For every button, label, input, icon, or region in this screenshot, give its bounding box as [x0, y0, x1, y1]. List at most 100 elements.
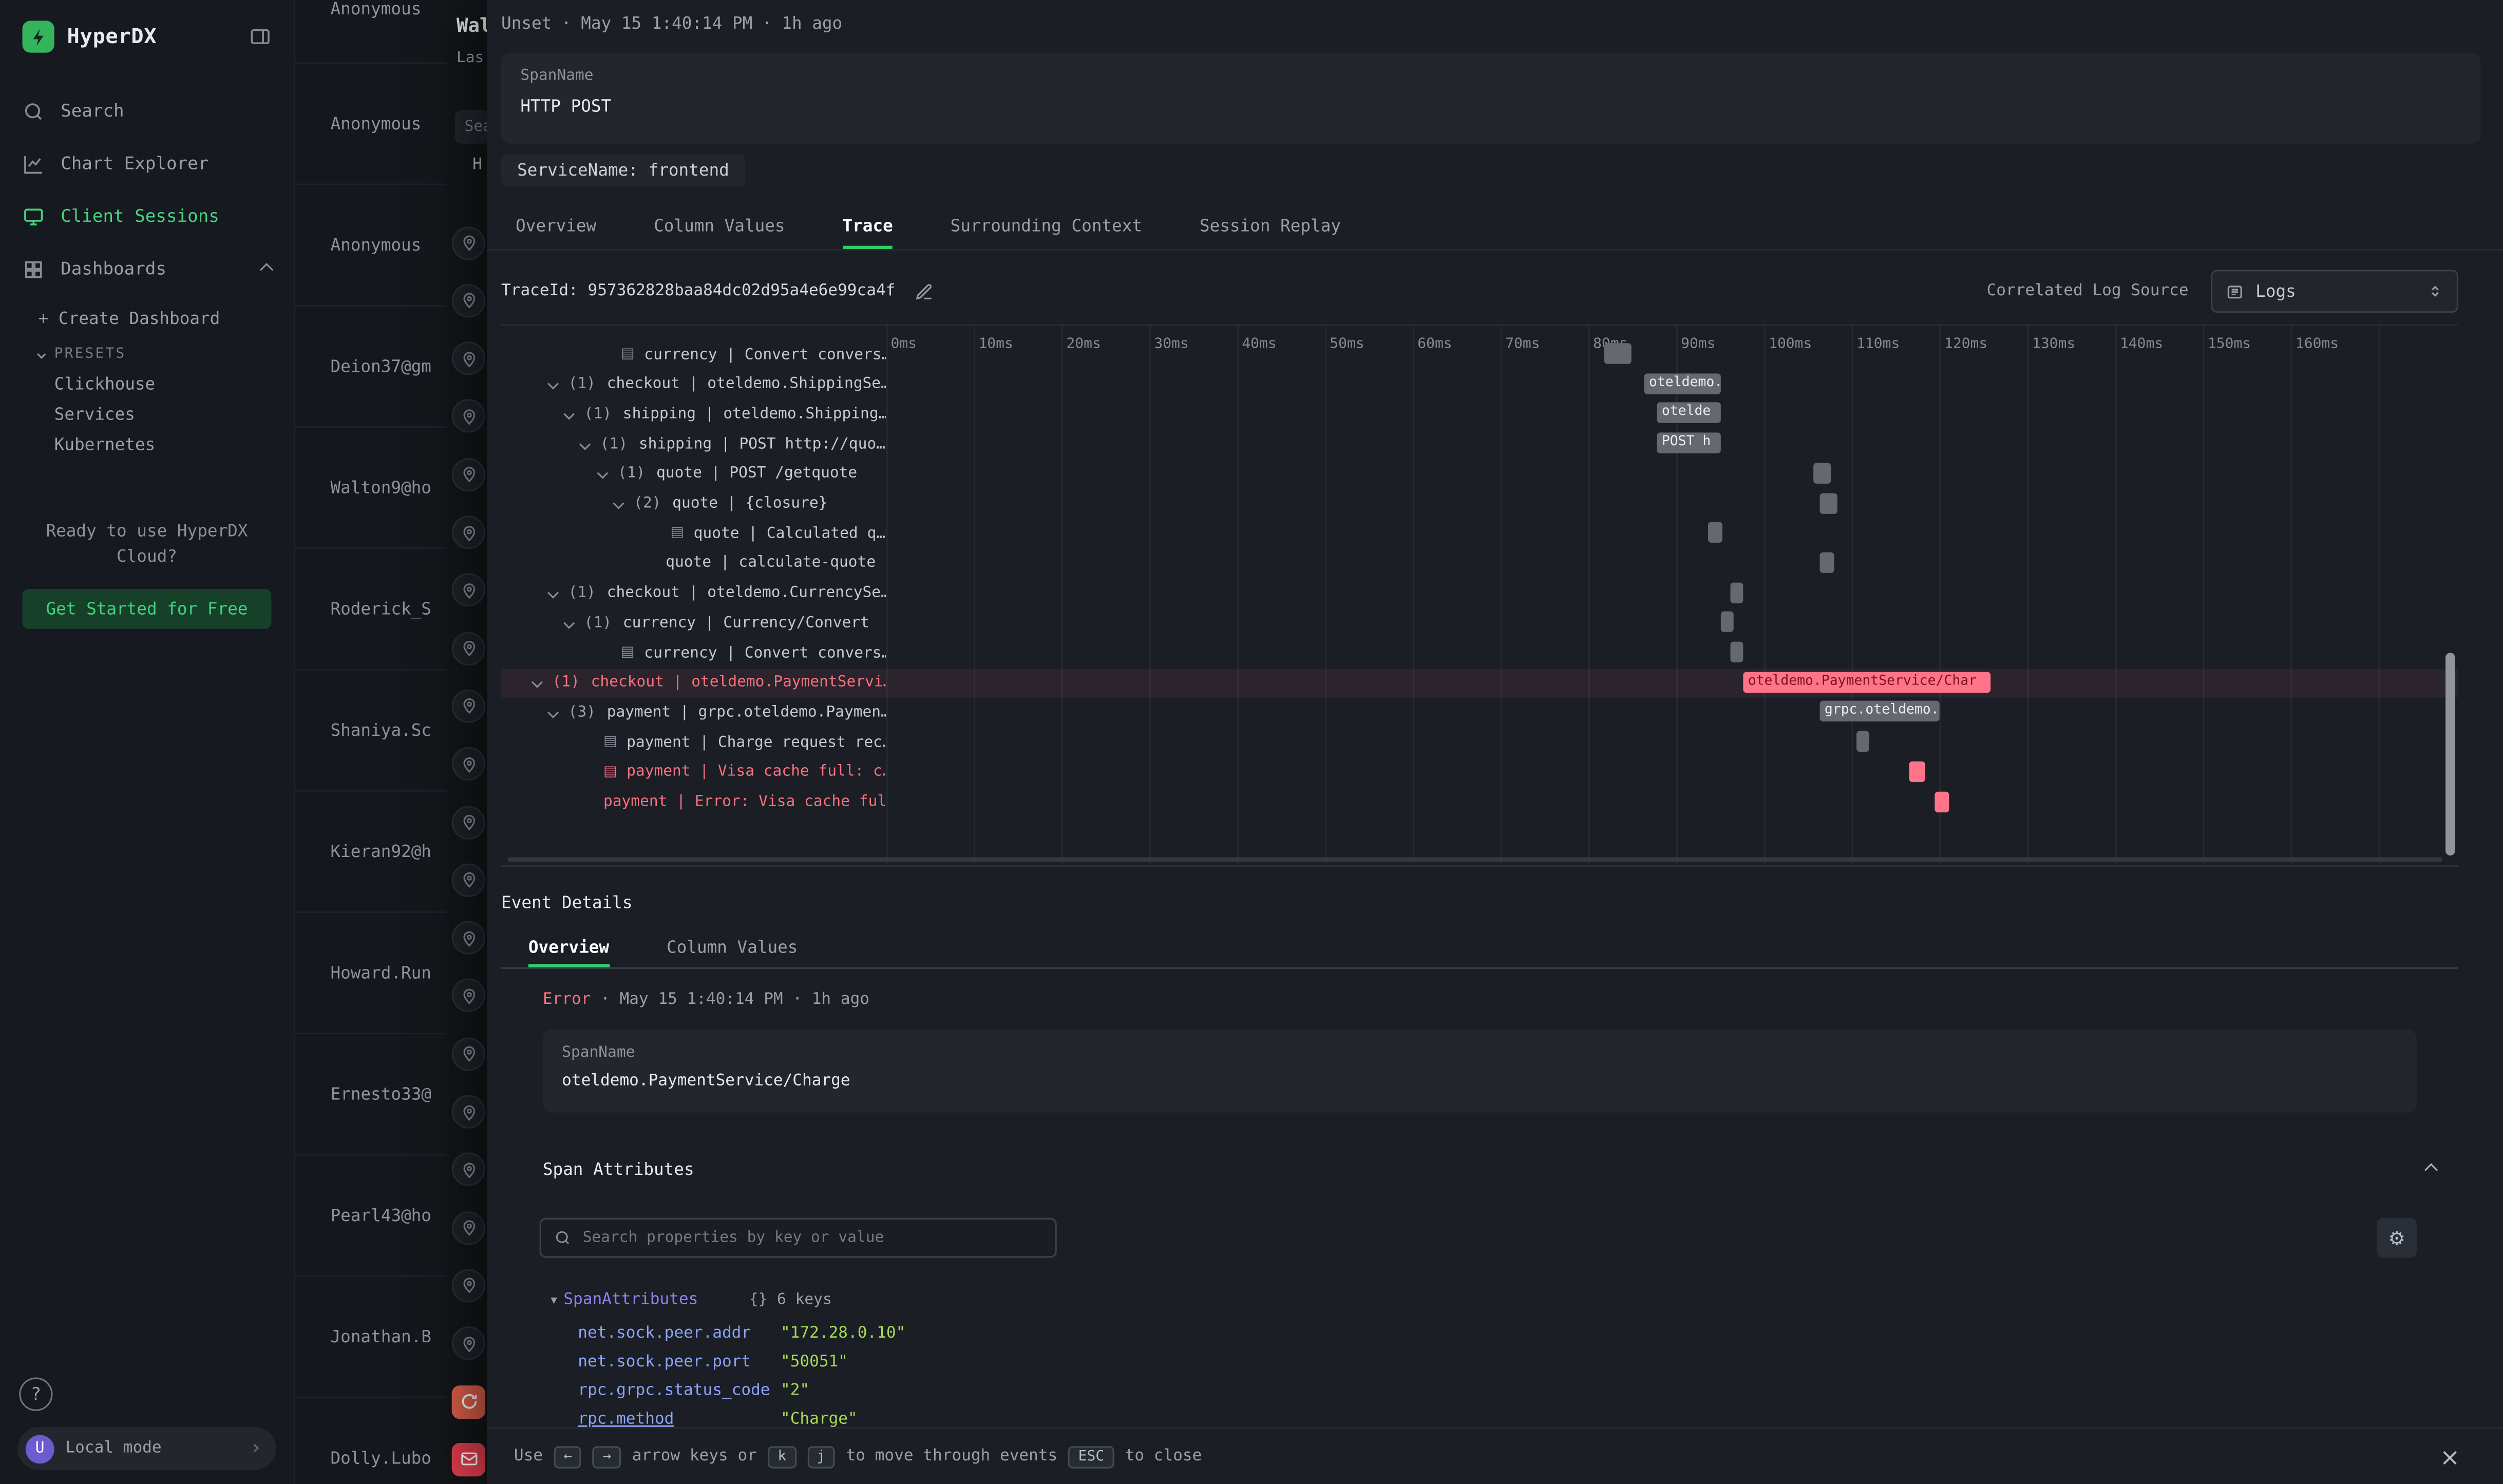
event-details-tab-column-values[interactable]: Column Values: [667, 930, 798, 967]
trace-span-row[interactable]: ▤currency | Convert convers…: [501, 638, 2458, 667]
attribute-key[interactable]: net.sock.peer.port: [578, 1353, 751, 1370]
close-button[interactable]: ×: [2440, 1442, 2460, 1471]
sidebar-item-dashboards[interactable]: Dashboards: [0, 242, 294, 295]
location-pin-icon[interactable]: [452, 1327, 485, 1360]
chevron-down-icon[interactable]: [579, 438, 591, 449]
attribute-key[interactable]: rpc.grpc.status_code: [578, 1381, 770, 1399]
chevron-down-icon[interactable]: [547, 587, 559, 599]
session-list-item[interactable]: Anonymous: [295, 0, 447, 64]
location-pin-icon[interactable]: [452, 747, 485, 781]
session-list-item[interactable]: Ernesto33@: [295, 1034, 447, 1155]
trace-span-row[interactable]: (1)shipping | oteldemo.Shipping…otelde: [501, 399, 2458, 428]
chevron-down-icon[interactable]: [613, 498, 624, 509]
trace-span-row[interactable]: ▤payment | Visa cache full: c…: [501, 758, 2458, 787]
attribute-search[interactable]: [540, 1218, 1057, 1258]
chevron-down-icon[interactable]: [532, 677, 543, 688]
local-mode-button[interactable]: U Local mode ›: [17, 1427, 276, 1470]
sidebar-item-label: Client Sessions: [61, 206, 219, 226]
event-details-tab-overview[interactable]: Overview: [528, 930, 609, 967]
tab-column-values[interactable]: Column Values: [654, 206, 785, 249]
tab-overview[interactable]: Overview: [516, 206, 596, 249]
location-pin-icon[interactable]: [452, 632, 485, 665]
trace-span-row[interactable]: ▤payment | Charge request rec…: [501, 728, 2458, 757]
trace-span-row[interactable]: ▤currency | Convert convers…: [501, 340, 2458, 369]
location-pin-icon[interactable]: [452, 921, 485, 955]
trace-span-row[interactable]: (1)checkout | oteldemo.CurrencySe…: [501, 579, 2458, 607]
create-dashboard-button[interactable]: + Create Dashboard: [0, 295, 294, 335]
log-source-select[interactable]: Logs: [2211, 270, 2458, 313]
trace-span-row[interactable]: quote | calculate-quote: [501, 549, 2458, 578]
session-list-item[interactable]: Roderick_S: [295, 549, 447, 670]
attribute-row[interactable]: rpc.grpc.status_code"2": [551, 1376, 831, 1404]
get-started-button[interactable]: Get Started for Free: [23, 589, 272, 629]
attribute-key[interactable]: net.sock.peer.addr: [578, 1324, 751, 1341]
session-list-item[interactable]: Deion37@gm: [295, 307, 447, 428]
location-pin-icon[interactable]: [452, 1269, 485, 1302]
chevron-down-icon[interactable]: [563, 617, 575, 629]
location-pin-icon[interactable]: [452, 805, 485, 839]
trace-span-row[interactable]: ▤quote | Calculated q…: [501, 519, 2458, 548]
tab-trace[interactable]: Trace: [843, 206, 893, 249]
trace-span-row[interactable]: (3)payment | grpc.oteldemo.Paymen…grpc.o…: [501, 698, 2458, 727]
location-pin-icon[interactable]: [452, 284, 485, 317]
session-list-item[interactable]: Dolly.Lubo: [295, 1398, 447, 1484]
location-pin-icon[interactable]: [452, 574, 485, 607]
trace-span-row[interactable]: (1)shipping | POST http://quo…POST h: [501, 429, 2458, 458]
chevron-down-icon[interactable]: [563, 408, 575, 420]
collapse-icon[interactable]: [2424, 1163, 2438, 1176]
sidebar-item-search[interactable]: Search: [0, 85, 294, 138]
location-pin-icon[interactable]: [452, 341, 485, 375]
chevron-down-icon[interactable]: [597, 468, 608, 480]
trace-span-row[interactable]: (1)checkout | oteldemo.ShippingSe…otelde…: [501, 370, 2458, 398]
session-list-item[interactable]: Jonathan.B: [295, 1277, 447, 1398]
session-list-item[interactable]: Pearl43@ho: [295, 1155, 447, 1277]
help-button[interactable]: ?: [19, 1378, 52, 1411]
edit-icon[interactable]: [915, 282, 934, 301]
tree-root-row[interactable]: ▾ SpanAttributes {} 6 keys: [551, 1285, 831, 1314]
session-list-item[interactable]: Shaniya.Sc: [295, 671, 447, 792]
sidebar-item-chart-explorer[interactable]: Chart Explorer: [0, 137, 294, 190]
sidebar-collapse-icon[interactable]: [249, 26, 272, 48]
location-pin-icon[interactable]: [452, 399, 485, 433]
tab-surrounding-context[interactable]: Surrounding Context: [951, 206, 1142, 249]
location-pin-icon[interactable]: [452, 979, 485, 1013]
settings-button[interactable]: ⚙: [2377, 1218, 2417, 1258]
location-pin-icon[interactable]: [452, 226, 485, 259]
session-mail-icon[interactable]: [452, 1442, 485, 1476]
attribute-search-input[interactable]: [583, 1229, 1042, 1246]
trace-span-row[interactable]: (2)quote | {closure}: [501, 489, 2458, 518]
session-list-item[interactable]: Anonymous: [295, 185, 447, 307]
service-name-chip[interactable]: ServiceName: frontend: [501, 155, 745, 187]
location-pin-icon[interactable]: [452, 689, 485, 722]
trace-span-row[interactable]: (1)quote | POST /getquote: [501, 460, 2458, 488]
avatar: U: [26, 1434, 54, 1463]
attribute-row[interactable]: net.sock.peer.addr"172.28.0.10": [551, 1319, 831, 1347]
sidebar-preset-kubernetes[interactable]: Kubernetes: [0, 431, 294, 461]
location-pin-icon[interactable]: [452, 863, 485, 897]
session-list-item[interactable]: Anonymous: [295, 64, 447, 185]
chevron-down-icon[interactable]: [547, 707, 559, 718]
presets-section-togg le[interactable]: PRESETS: [0, 335, 294, 370]
chevron-down-icon[interactable]: [547, 378, 559, 390]
session-list-item[interactable]: Kieran92@h: [295, 792, 447, 913]
location-pin-icon[interactable]: [452, 1095, 485, 1128]
horizontal-scrollbar[interactable]: [507, 857, 2442, 862]
trace-span-row[interactable]: payment | Error: Visa cache ful…: [501, 788, 2458, 816]
location-pin-icon[interactable]: [452, 1153, 485, 1186]
trace-span-row[interactable]: (1)currency | Currency/Convert: [501, 608, 2458, 637]
session-list-item[interactable]: Howard.Run: [295, 913, 447, 1034]
location-pin-icon[interactable]: [452, 516, 485, 549]
session-refresh-icon[interactable]: [452, 1385, 485, 1418]
trace-span-row[interactable]: (1)checkout | oteldemo.PaymentServi…otel…: [501, 668, 2458, 697]
location-pin-icon[interactable]: [452, 1037, 485, 1070]
sidebar-item-client-sessions[interactable]: Client Sessions: [0, 190, 294, 243]
attribute-key[interactable]: rpc.method: [578, 1410, 674, 1428]
tab-session-replay[interactable]: Session Replay: [1200, 206, 1341, 249]
sidebar-preset-clickhouse[interactable]: Clickhouse: [0, 370, 294, 401]
location-pin-icon[interactable]: [452, 1211, 485, 1244]
location-pin-icon[interactable]: [452, 458, 485, 491]
vertical-scrollbar[interactable]: [2445, 653, 2455, 855]
session-list-item[interactable]: Walton9@ho: [295, 428, 447, 549]
attribute-row[interactable]: net.sock.peer.port"50051": [551, 1347, 831, 1376]
sidebar-preset-services[interactable]: Services: [0, 401, 294, 431]
